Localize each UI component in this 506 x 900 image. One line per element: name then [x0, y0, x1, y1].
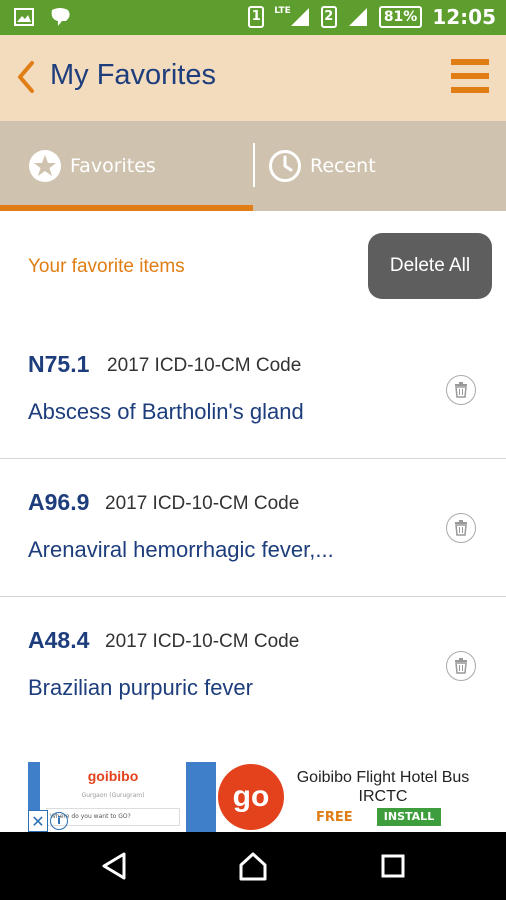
tab-favorites[interactable]: Favorites — [0, 121, 253, 211]
nav-recents-button[interactable] — [377, 850, 409, 882]
back-button[interactable] — [10, 55, 44, 99]
favorite-item[interactable]: N75.1 2017 ICD-10-CM Code Abscess of Bar… — [0, 321, 506, 459]
tab-recent[interactable]: Recent — [254, 121, 506, 211]
signal-2-icon — [348, 8, 367, 26]
tab-favorites-label: Favorites — [70, 155, 156, 177]
delete-all-button[interactable]: Delete All — [368, 233, 492, 299]
recents-square-icon — [381, 854, 405, 878]
back-triangle-icon — [102, 852, 126, 880]
nav-home-button[interactable] — [237, 850, 269, 882]
trash-icon — [455, 658, 467, 674]
page-title: My Favorites — [50, 59, 216, 91]
call-chat-icon — [51, 8, 70, 26]
ad-brand: goibibo — [87, 768, 139, 784]
signal-1-icon — [290, 8, 309, 26]
ad-logo: go — [218, 764, 284, 830]
clock-icon — [269, 150, 301, 182]
ad-info-icon[interactable]: i — [50, 812, 68, 830]
item-description: Brazilian purpuric fever — [28, 675, 253, 700]
favorite-item[interactable]: A96.9 2017 ICD-10-CM Code Arenaviral hem… — [0, 459, 506, 597]
image-notification-icon — [14, 8, 34, 26]
item-type: 2017 ICD-10-CM Code — [105, 631, 300, 652]
home-icon — [239, 852, 267, 881]
hamburger-icon — [451, 59, 489, 65]
chevron-left-icon — [18, 61, 34, 93]
sim2-badge: 2 — [320, 6, 337, 28]
ad-title: Goibibo Flight Hotel Bus IRCTC — [296, 769, 470, 805]
tab-recent-label: Recent — [310, 155, 376, 177]
list-header: Your favorite items Delete All — [0, 211, 506, 321]
sim1-badge: 1 — [248, 6, 265, 28]
app-header: My Favorites — [0, 35, 506, 121]
lte-label: LTE — [274, 6, 291, 16]
item-type: 2017 ICD-10-CM Code — [107, 355, 302, 376]
item-description: Arenaviral hemorrhagic fever,... — [28, 537, 334, 562]
ad-price: FREE — [316, 810, 353, 825]
favorite-item[interactable]: A48.4 2017 ICD-10-CM Code Brazilian purp… — [0, 597, 506, 735]
system-nav-bar — [0, 832, 506, 900]
tab-bar: Favorites Recent — [0, 121, 506, 211]
delete-item-button[interactable] — [446, 513, 476, 543]
star-icon — [29, 150, 61, 182]
clock-time: 12:05 — [432, 5, 496, 29]
ad-install-button[interactable]: INSTALL — [377, 808, 441, 826]
item-code: N75.1 — [28, 351, 90, 377]
item-code: A48.4 — [28, 627, 90, 653]
item-code: A96.9 — [28, 489, 90, 515]
delete-item-button[interactable] — [446, 651, 476, 681]
section-label: Your favorite items — [28, 256, 185, 277]
delete-item-button[interactable] — [446, 375, 476, 405]
trash-icon — [455, 520, 467, 536]
menu-button[interactable] — [451, 57, 491, 97]
status-bar: 1 LTE 2 81% 12:05 — [0, 0, 506, 35]
ad-banner[interactable]: goibibo Gurgaon (Gurugram) Where do you … — [28, 762, 478, 832]
trash-icon — [455, 382, 467, 398]
ad-location: Gurgaon (Gurugram) — [81, 792, 145, 799]
battery-indicator: 81% — [378, 6, 423, 28]
ad-close-button[interactable]: ✕ — [28, 810, 48, 832]
nav-back-button[interactable] — [98, 850, 130, 882]
item-type: 2017 ICD-10-CM Code — [105, 493, 300, 514]
item-description: Abscess of Bartholin's gland — [28, 399, 304, 424]
